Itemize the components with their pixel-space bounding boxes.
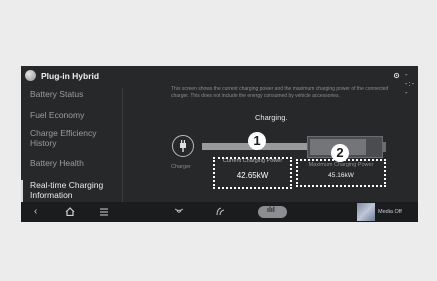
app-logo-icon <box>25 70 36 81</box>
sidebar-item-realtime-charging[interactable]: Real-time Charging Information <box>21 180 121 202</box>
sidebar-item-label: Battery Status <box>30 89 84 99</box>
home-icon[interactable] <box>65 207 75 216</box>
sidebar: Battery Status Fuel Economy Charge Effic… <box>21 86 121 202</box>
sidebar-item-battery-health[interactable]: Battery Health <box>21 158 121 168</box>
charger-label: Charger <box>171 164 191 170</box>
battery-cap <box>383 142 386 152</box>
media-status[interactable]: Media Off <box>378 209 402 215</box>
max-charging-power-value: 45.16kW <box>328 172 354 179</box>
callout-marker-2: 2 <box>331 144 349 162</box>
sidebar-divider <box>122 88 123 202</box>
energy-chart-icon: ılıl <box>267 207 275 214</box>
menu-icon[interactable] <box>100 208 108 216</box>
fan-icon[interactable] <box>174 208 184 215</box>
app-title: Plug-in Hybrid <box>41 71 100 81</box>
charger-icon <box>172 135 194 157</box>
back-icon[interactable]: ‹ <box>34 206 37 218</box>
header: Plug-in Hybrid --:-- <box>21 66 418 97</box>
sidebar-item-charge-efficiency-history[interactable]: Charge Efficiency History <box>21 128 117 148</box>
status-text: --:-- <box>405 70 416 97</box>
sidebar-item-label: Fuel Economy <box>30 110 85 120</box>
description-text: This screen shows the current charging p… <box>171 86 389 99</box>
callout-marker-1: 1 <box>248 132 266 150</box>
sidebar-item-label: Real-time Charging Information <box>30 180 104 200</box>
current-charging-power-label: Current Charging Power <box>222 158 283 164</box>
sidebar-item-label: Battery Health <box>30 158 84 168</box>
sidebar-item-label: Charge Efficiency History <box>30 128 97 148</box>
settings-icon[interactable] <box>393 72 400 79</box>
current-charging-power-value: 42.65kW <box>236 171 269 180</box>
charging-status: Charging. <box>255 113 288 122</box>
drive-mode-icon[interactable] <box>216 207 225 216</box>
sidebar-item-fuel-economy[interactable]: Fuel Economy <box>21 110 121 120</box>
infotainment-screen: Plug-in Hybrid --:-- Battery Status Fuel… <box>21 66 418 222</box>
media-thumbnail[interactable] <box>357 203 375 221</box>
energy-tab-button[interactable]: ılıl <box>258 206 287 218</box>
sidebar-item-battery-status[interactable]: Battery Status <box>21 89 121 99</box>
bottom-bar: ‹ ılıl Media Off <box>21 202 418 222</box>
max-charging-power-label: Maximum Charging Power <box>308 162 374 168</box>
